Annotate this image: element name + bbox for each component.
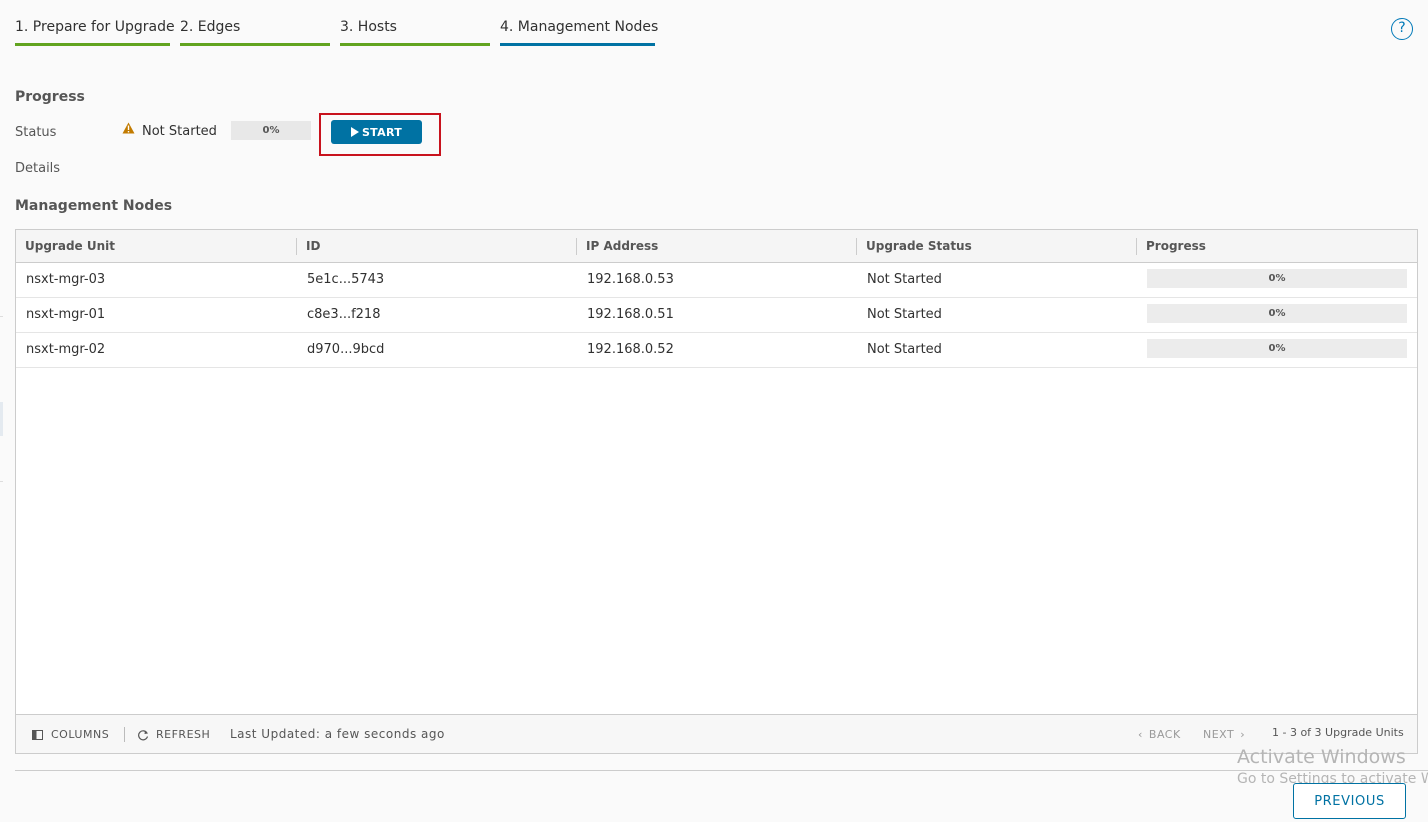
management-nodes-grid: Upgrade Unit ID IP Address Upgrade Statu…: [15, 229, 1418, 754]
column-header-upgrade-unit[interactable]: Upgrade Unit: [16, 230, 296, 263]
next-label: NEXT: [1203, 728, 1235, 741]
grid-footer: COLUMNS REFRESH Last Updated: a few seco…: [16, 714, 1417, 753]
column-header-progress[interactable]: Progress: [1137, 230, 1417, 263]
cell-ip-address: 192.168.0.52: [587, 342, 674, 357]
table-row[interactable]: nsxt-mgr-03 5e1c...5743 192.168.0.53 Not…: [16, 263, 1417, 298]
row-progress-bar: 0%: [1147, 269, 1407, 288]
row-progress-bar: 0%: [1147, 304, 1407, 323]
cell-upgrade-status: Not Started: [867, 272, 942, 287]
start-button-label: START: [361, 125, 403, 139]
progress-title: Progress: [15, 89, 85, 105]
cell-upgrade-status: Not Started: [867, 342, 942, 357]
step-label: 3. Hosts: [340, 19, 397, 35]
step-management-nodes[interactable]: 4. Management Nodes: [500, 19, 659, 46]
refresh-button[interactable]: REFRESH: [137, 715, 210, 754]
back-label: BACK: [1148, 728, 1181, 741]
chevron-left-icon: ‹: [1138, 728, 1143, 741]
step-prepare-for-upgrade[interactable]: 1. Prepare for Upgrade: [15, 19, 175, 46]
help-icon[interactable]: ?: [1391, 18, 1413, 40]
cell-ip-address: 192.168.0.53: [587, 272, 674, 287]
edge-mark: [0, 402, 3, 436]
table-row[interactable]: nsxt-mgr-02 d970...9bcd 192.168.0.52 Not…: [16, 333, 1417, 368]
cell-upgrade-status: Not Started: [867, 307, 942, 322]
columns-label: COLUMNS: [51, 728, 110, 741]
overall-progress-bar: 0%: [231, 121, 311, 140]
edge-mark: [0, 316, 3, 317]
step-complete-bar: [180, 43, 330, 46]
grid-header: Upgrade Unit ID IP Address Upgrade Statu…: [16, 230, 1417, 263]
back-button[interactable]: ‹ BACK: [1138, 715, 1181, 754]
refresh-icon: [138, 729, 149, 740]
columns-icon: [32, 729, 43, 740]
details-label[interactable]: Details: [15, 161, 60, 176]
status-value: Not Started: [142, 124, 217, 139]
step-label: 2. Edges: [180, 19, 241, 35]
start-button[interactable]: START: [331, 120, 422, 144]
divider: [15, 770, 1428, 771]
previous-button[interactable]: PREVIOUS: [1293, 783, 1406, 819]
step-complete-bar: [15, 43, 170, 46]
status-label: Status: [15, 125, 57, 140]
table-row[interactable]: nsxt-mgr-01 c8e3...f218 192.168.0.51 Not…: [16, 298, 1417, 333]
step-edges[interactable]: 2. Edges: [180, 19, 330, 46]
footer-separator: [124, 727, 125, 742]
step-label: 4. Management Nodes: [500, 19, 659, 35]
column-header-upgrade-status[interactable]: Upgrade Status: [857, 230, 1137, 263]
cell-upgrade-unit: nsxt-mgr-02: [26, 342, 106, 357]
step-label: 1. Prepare for Upgrade: [15, 19, 175, 35]
warning-icon: [122, 122, 135, 134]
cell-id: c8e3...f218: [307, 307, 381, 322]
last-updated-text: Last Updated: a few seconds ago: [230, 727, 445, 741]
activate-windows-watermark: Activate Windows: [1237, 746, 1406, 768]
column-header-ip-address[interactable]: IP Address: [577, 230, 857, 263]
refresh-label: REFRESH: [156, 728, 211, 741]
cell-id: 5e1c...5743: [307, 272, 385, 287]
row-progress-bar: 0%: [1147, 339, 1407, 358]
step-hosts[interactable]: 3. Hosts: [340, 19, 490, 46]
cell-id: d970...9bcd: [307, 342, 385, 357]
columns-toggle[interactable]: COLUMNS: [32, 715, 109, 754]
management-nodes-title: Management Nodes: [15, 198, 173, 214]
cell-upgrade-unit: nsxt-mgr-03: [26, 272, 106, 287]
step-active-bar: [500, 43, 655, 46]
column-header-id[interactable]: ID: [297, 230, 577, 263]
step-complete-bar: [340, 43, 490, 46]
cell-ip-address: 192.168.0.51: [587, 307, 674, 322]
cell-upgrade-unit: nsxt-mgr-01: [26, 307, 106, 322]
play-icon: [350, 127, 359, 137]
edge-mark: [0, 481, 3, 482]
